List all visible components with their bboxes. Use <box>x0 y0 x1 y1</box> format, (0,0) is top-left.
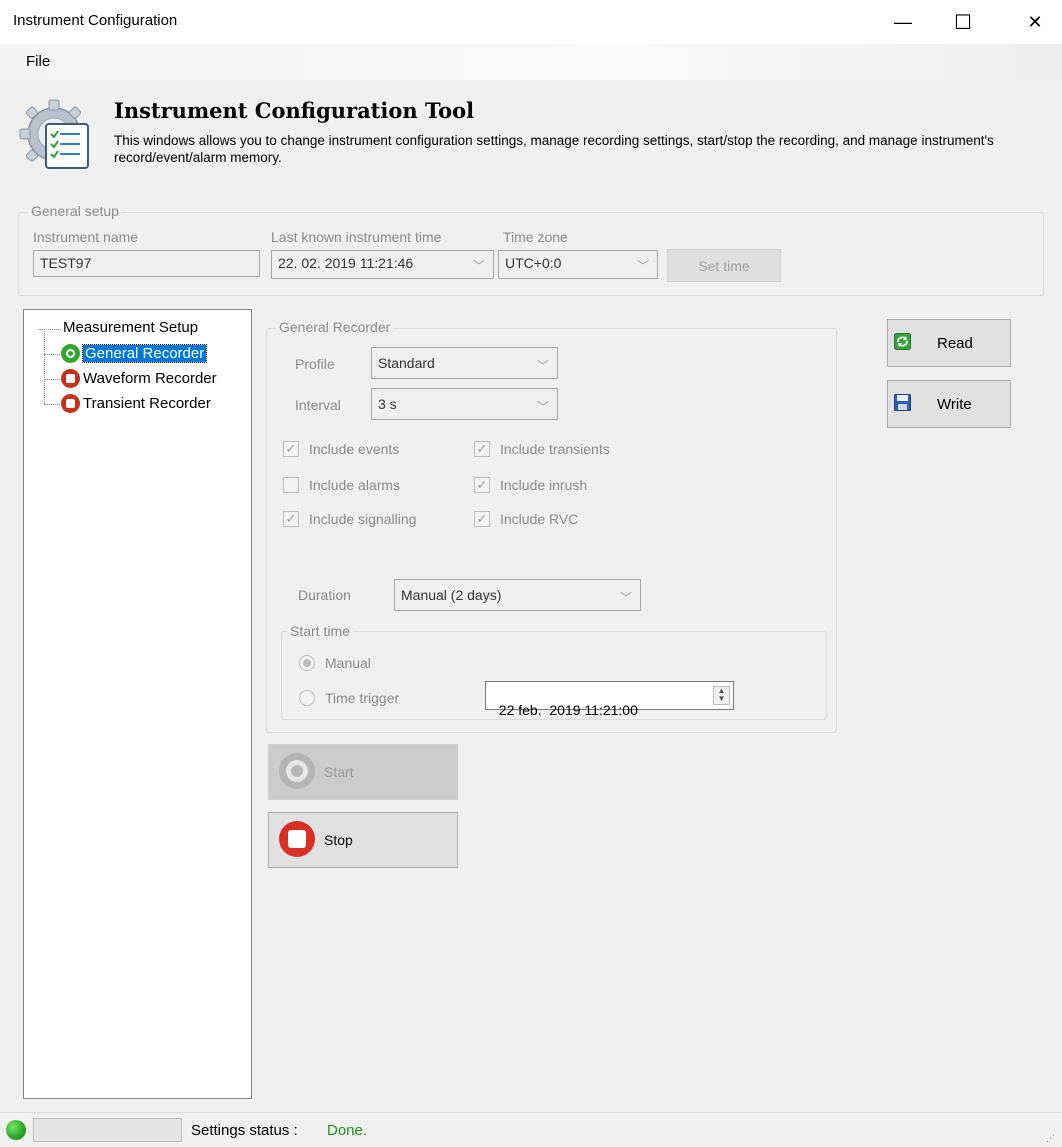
tree-connector <box>44 329 45 404</box>
page-title: Instrument Configuration Tool <box>114 98 475 123</box>
profile-label: Profile <box>295 356 335 372</box>
tree-root-measurement-setup[interactable]: Measurement Setup <box>63 319 198 336</box>
status-value: Done. <box>327 1122 368 1139</box>
interval-label: Interval <box>295 397 341 413</box>
include-inrush-checkbox[interactable]: ✓ Include inrush <box>474 477 587 493</box>
trigger-datetime-value: 22 feb. 2019 11:21:00 <box>498 702 638 718</box>
recording-stopped-icon <box>61 369 80 388</box>
tree-item-label: Transient Recorder <box>83 395 211 412</box>
chevron-down-icon: ﹀ <box>536 359 549 373</box>
save-floppy-icon <box>894 393 911 415</box>
menu-file[interactable]: File <box>26 53 50 70</box>
checkbox-label: Include inrush <box>500 477 588 493</box>
status-label: Settings status : <box>191 1122 298 1139</box>
write-label: Write <box>937 395 972 413</box>
tree-connector <box>39 329 61 330</box>
tree-connector <box>44 379 60 380</box>
stop-button[interactable]: Stop <box>268 812 458 868</box>
start-label: Start <box>324 764 354 780</box>
profile-select[interactable]: Standard ﹀ <box>371 347 558 379</box>
refresh-icon <box>894 332 911 354</box>
radio-unselected-icon <box>299 690 315 706</box>
include-rvc-checkbox[interactable]: ✓ Include RVC <box>474 511 578 527</box>
tree-connector <box>44 404 60 405</box>
checkbox-checked-icon: ✓ <box>283 511 299 527</box>
general-recorder-legend: General Recorder <box>276 319 394 335</box>
checkbox-label: Include alarms <box>309 477 401 493</box>
status-ok-icon <box>6 1120 26 1140</box>
time-zone-select[interactable]: UTC+0:0 ﹀ <box>498 250 658 279</box>
include-alarms-checkbox[interactable]: Include alarms <box>283 477 400 493</box>
checkbox-checked-icon: ✓ <box>474 477 490 493</box>
interval-value: 3 s <box>378 396 397 412</box>
checkbox-checked-icon: ✓ <box>474 441 490 457</box>
read-label: Read <box>937 334 973 352</box>
progress-bar <box>33 1118 182 1142</box>
maximize-button[interactable]: ☐ <box>940 0 986 44</box>
configuration-gear-icon <box>18 98 94 174</box>
recorder-tree[interactable]: Measurement Setup General Recorder Wavef… <box>23 309 252 1099</box>
duration-value: Manual (2 days) <box>401 587 502 603</box>
last-time-select[interactable]: 22. 02. 2019 11:21:46 ﹀ <box>271 250 494 279</box>
set-time-button[interactable]: Set time <box>667 249 781 282</box>
recording-stopped-icon <box>61 394 80 413</box>
chevron-down-icon: ﹀ <box>619 591 632 605</box>
window-title: Instrument Configuration <box>13 12 178 29</box>
time-zone-value: UTC+0:0 <box>505 255 562 271</box>
title-bar: Instrument Configuration — ☐ ✕ <box>0 0 1062 44</box>
radio-label: Time trigger <box>325 690 400 706</box>
spin-updown-icon[interactable]: ▲ ▼ <box>713 686 730 705</box>
last-time-label: Last known instrument time <box>271 229 442 245</box>
page-description: This windows allows you to change instru… <box>114 133 994 165</box>
minimize-button[interactable]: — <box>880 0 926 44</box>
instrument-name-field[interactable]: TEST97 <box>33 250 260 277</box>
checkbox-unchecked-icon <box>283 477 299 493</box>
tree-item-general-recorder[interactable]: General Recorder <box>61 344 208 363</box>
general-setup-legend: General setup <box>28 203 122 219</box>
tree-item-waveform-recorder[interactable]: Waveform Recorder <box>61 369 217 388</box>
chevron-down-icon: ﹀ <box>472 259 485 273</box>
interval-select[interactable]: 3 s ﹀ <box>371 388 558 420</box>
checkbox-label: Include signalling <box>309 511 417 527</box>
start-time-legend: Start time <box>287 623 353 639</box>
menu-bar: File <box>0 44 1062 80</box>
time-trigger-radio[interactable]: Time trigger <box>299 690 399 706</box>
radio-selected-icon <box>299 655 315 671</box>
stop-label: Stop <box>324 832 353 848</box>
tree-item-label: General Recorder <box>81 344 208 363</box>
resize-grip-icon[interactable]: ⋰ <box>1046 1133 1055 1144</box>
stop-icon <box>278 820 316 861</box>
chevron-down-icon: ﹀ <box>636 259 649 273</box>
duration-select[interactable]: Manual (2 days) ﹀ <box>394 579 641 611</box>
chevron-down-icon: ﹀ <box>536 400 549 414</box>
last-time-value: 22. 02. 2019 11:21:46 <box>278 255 414 271</box>
duration-label: Duration <box>298 587 351 603</box>
include-transients-checkbox[interactable]: ✓ Include transients <box>474 441 610 457</box>
radio-label: Manual <box>325 655 371 671</box>
status-bar: Settings status : Done. ⋰ <box>0 1112 1062 1147</box>
start-record-icon <box>278 752 316 793</box>
tree-connector <box>44 354 60 355</box>
checkbox-checked-icon: ✓ <box>283 441 299 457</box>
recording-running-icon <box>61 344 80 363</box>
checkbox-label: Include transients <box>500 441 610 457</box>
checkbox-checked-icon: ✓ <box>474 511 490 527</box>
start-button[interactable]: Start <box>268 744 458 800</box>
manual-radio[interactable]: Manual <box>299 655 371 671</box>
time-zone-label: Time zone <box>503 229 568 245</box>
tree-item-transient-recorder[interactable]: Transient Recorder <box>61 394 211 413</box>
checkbox-label: Include events <box>309 441 400 457</box>
write-button[interactable]: Write <box>887 380 1011 428</box>
include-signalling-checkbox[interactable]: ✓ Include signalling <box>283 511 416 527</box>
close-button[interactable]: ✕ <box>1012 0 1058 44</box>
profile-value: Standard <box>378 355 435 371</box>
trigger-datetime-picker[interactable]: 22 feb. 2019 11:21:00 ▲ ▼ <box>485 681 734 718</box>
instrument-name-label: Instrument name <box>33 229 139 245</box>
checkbox-label: Include RVC <box>500 511 579 527</box>
include-events-checkbox[interactable]: ✓ Include events <box>283 441 399 457</box>
tree-item-label: Waveform Recorder <box>83 370 217 387</box>
read-button[interactable]: Read <box>887 319 1011 367</box>
